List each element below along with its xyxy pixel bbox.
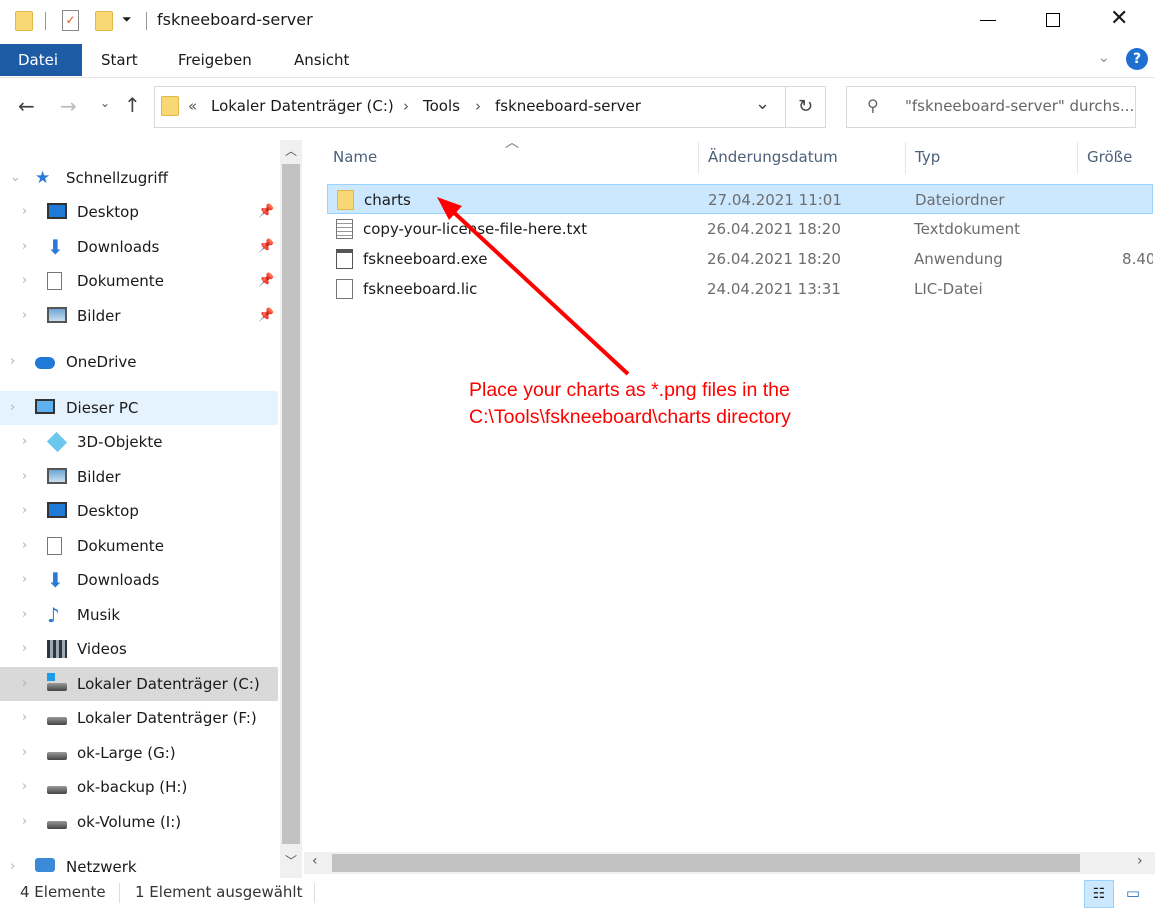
scroll-left-icon[interactable]: ‹ [312, 853, 318, 869]
scroll-thumb[interactable] [332, 854, 1080, 872]
annotation-text: Place your charts as *.png files in the … [469, 377, 791, 431]
status-selection: 1 Element ausgewählt [135, 883, 303, 901]
details-view-button[interactable]: ☷ [1084, 880, 1114, 908]
status-divider [119, 883, 120, 903]
large-icons-view-button[interactable]: ▭ [1120, 880, 1146, 908]
annotation-arrow [437, 197, 630, 376]
horizontal-scrollbar[interactable]: ‹ › [304, 852, 1155, 874]
status-divider [314, 883, 315, 903]
annotation-line-2: C:\Tools\fskneeboard\charts directory [469, 406, 791, 428]
scroll-right-icon[interactable]: › [1137, 853, 1143, 869]
status-item-count: 4 Elemente [20, 883, 106, 901]
annotation-line-1: Place your charts as *.png files in the [469, 379, 790, 401]
